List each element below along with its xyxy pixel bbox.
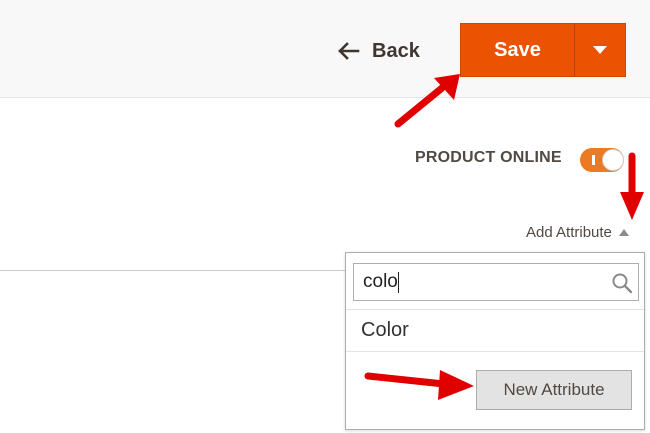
annotation-arrow-toggle: [620, 152, 644, 220]
save-button[interactable]: Save: [461, 24, 575, 76]
back-button[interactable]: Back: [338, 36, 420, 66]
save-button-group: Save: [460, 23, 626, 77]
annotation-arrow-save: [394, 74, 460, 128]
attribute-option-color[interactable]: Color: [361, 319, 409, 342]
product-online-label: PRODUCT ONLINE: [415, 149, 562, 166]
save-options-toggle[interactable]: [575, 24, 625, 76]
back-arrow-icon: [338, 42, 360, 60]
page-actions-bar: Back Save: [0, 0, 650, 98]
chevron-down-icon: [593, 46, 607, 54]
search-icon[interactable]: [611, 272, 633, 294]
annotation-arrow-new-attribute: [364, 370, 474, 400]
text-cursor: [398, 272, 399, 293]
add-attribute-label: Add Attribute: [526, 224, 612, 241]
attribute-search-input[interactable]: [363, 264, 603, 300]
back-label: Back: [372, 39, 420, 62]
dropdown-separator: [346, 351, 644, 352]
section-divider: [0, 270, 346, 271]
attribute-search-box: [353, 263, 639, 301]
new-attribute-button[interactable]: New Attribute: [476, 370, 632, 410]
caret-up-icon: [618, 229, 629, 236]
dropdown-separator: [346, 309, 644, 310]
toggle-on-indicator: [592, 155, 595, 165]
add-attribute-button[interactable]: Add Attribute: [526, 224, 629, 241]
